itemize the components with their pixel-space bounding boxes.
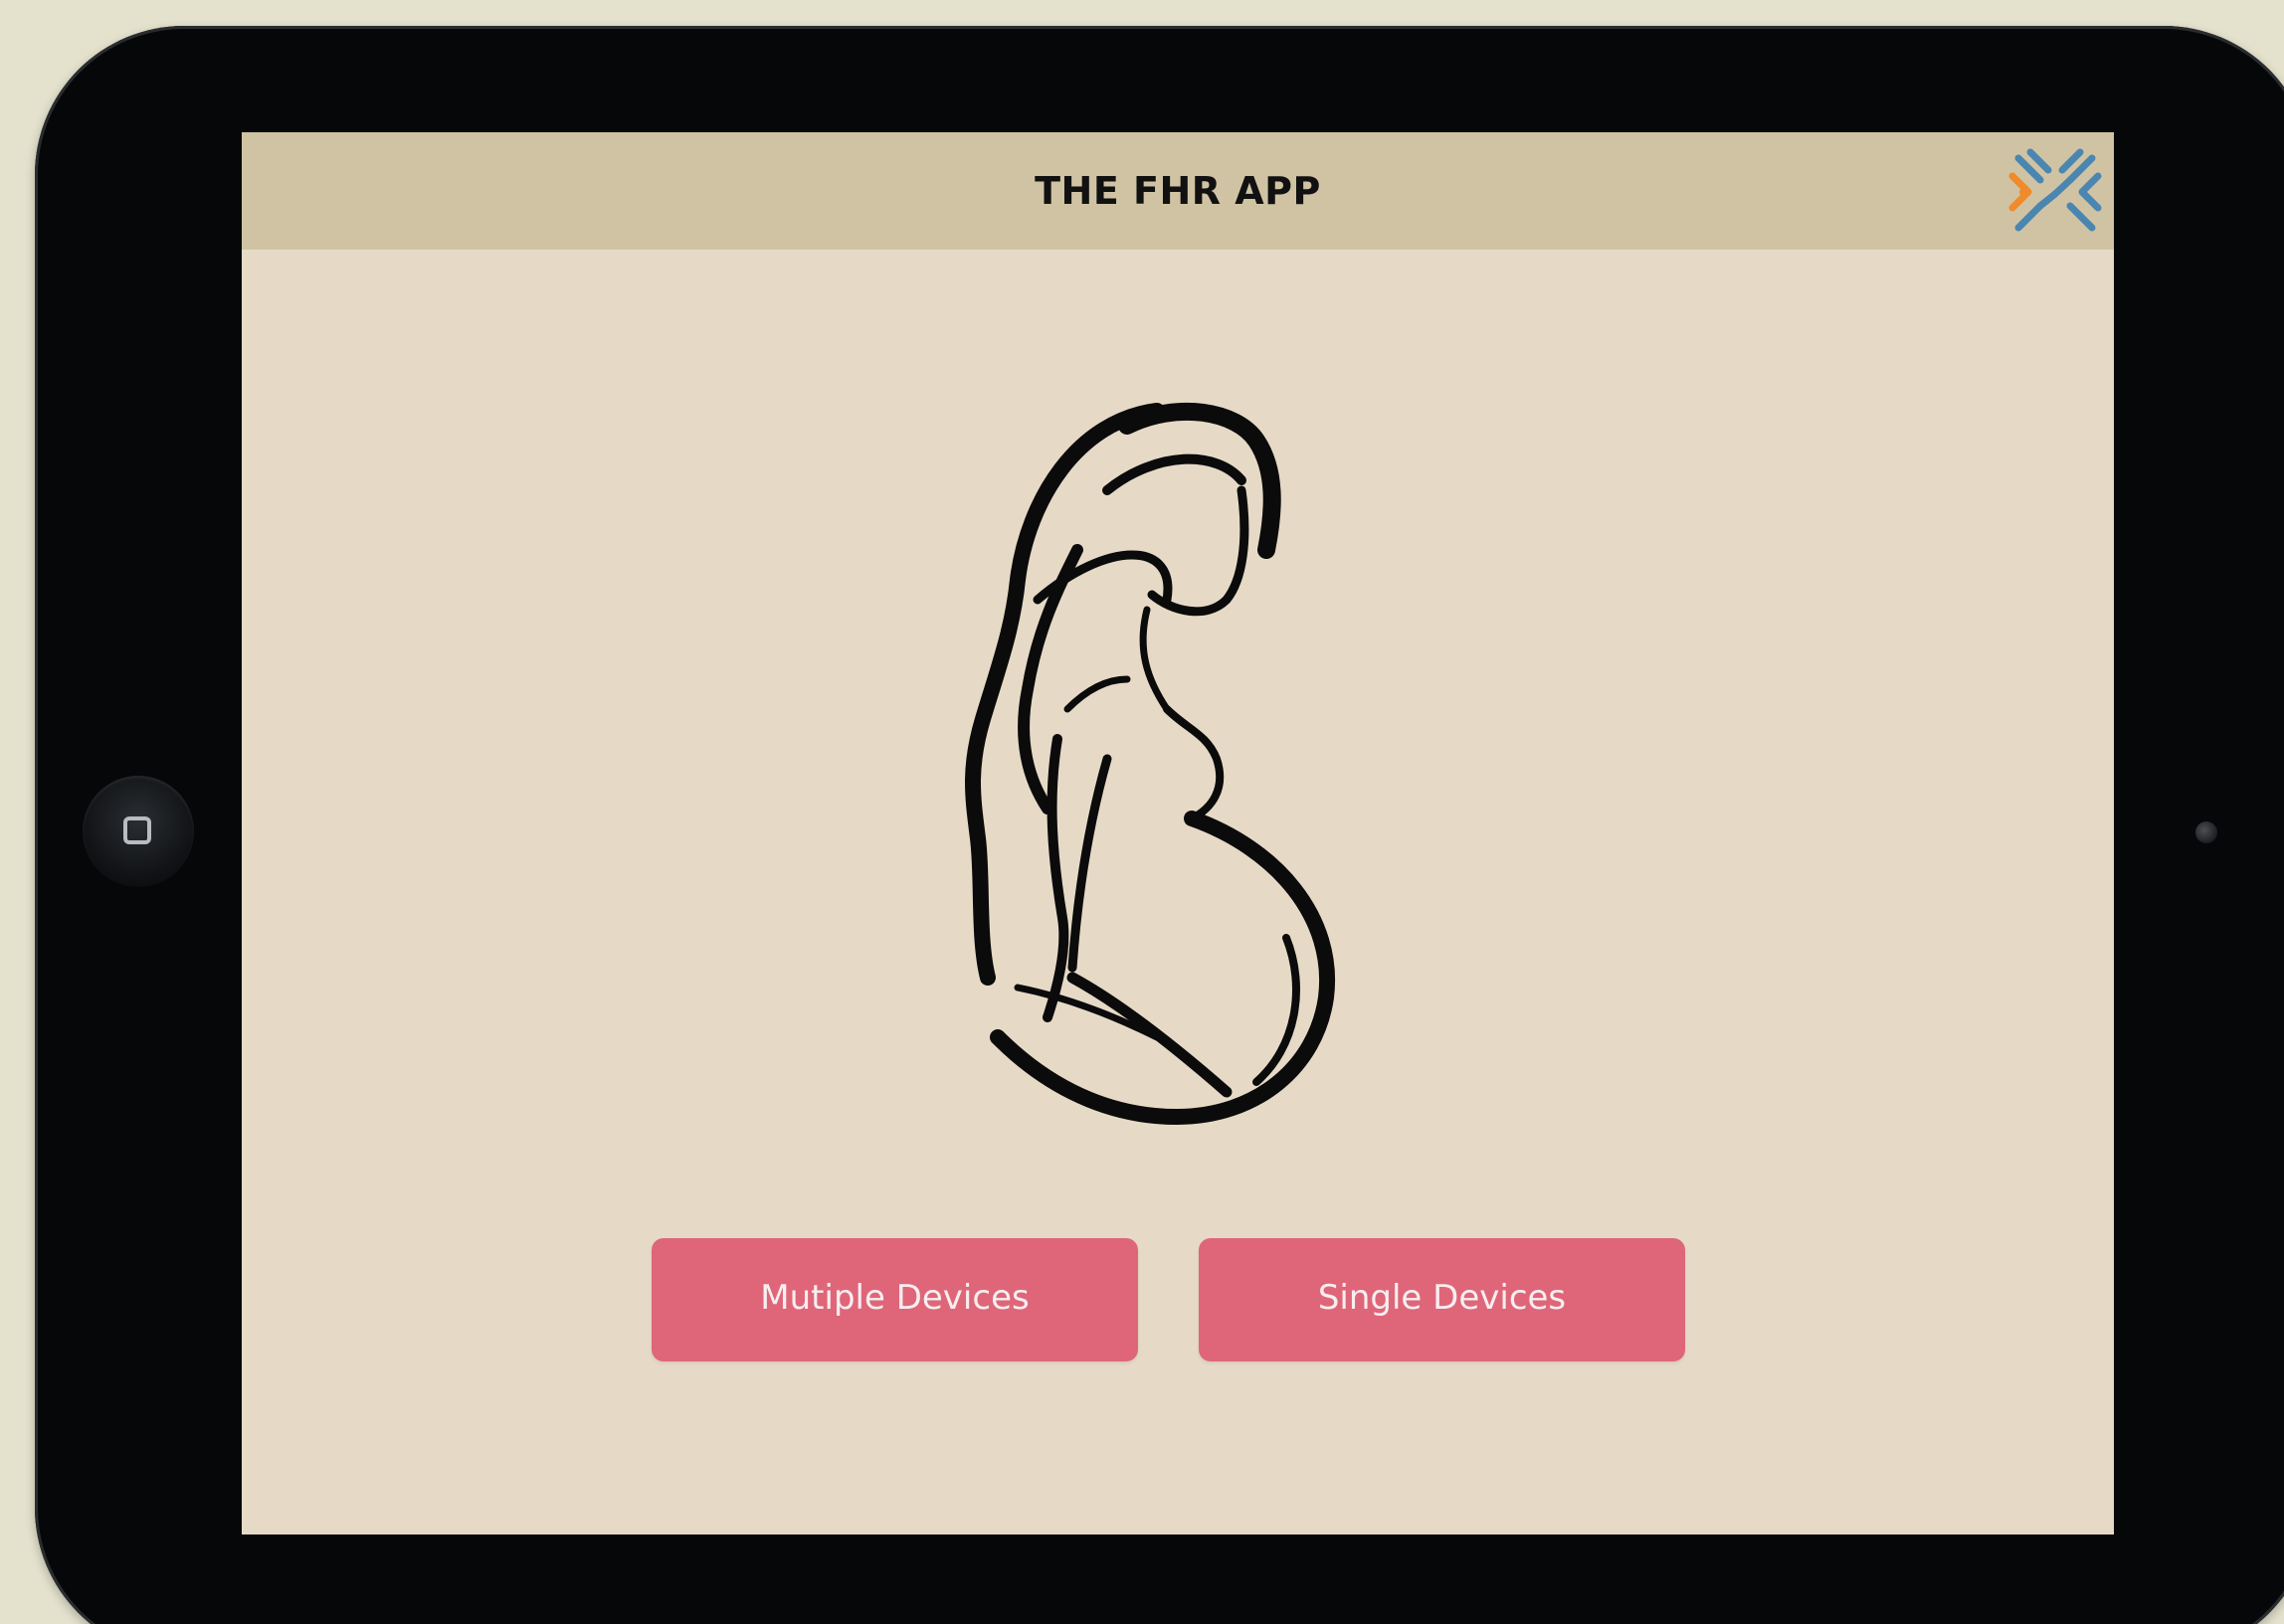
app-title: THE FHR APP bbox=[1035, 169, 1321, 213]
app-screen: THE FHR APP Mutiple Devices Single Devic… bbox=[242, 132, 2114, 1534]
app-header: THE FHR APP bbox=[242, 132, 2114, 250]
home-square-icon bbox=[123, 816, 151, 844]
x-cross-logo-icon[interactable] bbox=[2000, 136, 2110, 246]
single-devices-button[interactable]: Single Devices bbox=[1199, 1238, 1685, 1361]
home-button[interactable] bbox=[83, 776, 194, 887]
multiple-devices-button[interactable]: Mutiple Devices bbox=[652, 1238, 1138, 1361]
pregnant-woman-silhouette-icon bbox=[965, 402, 1336, 1125]
camera-icon bbox=[2195, 821, 2217, 843]
